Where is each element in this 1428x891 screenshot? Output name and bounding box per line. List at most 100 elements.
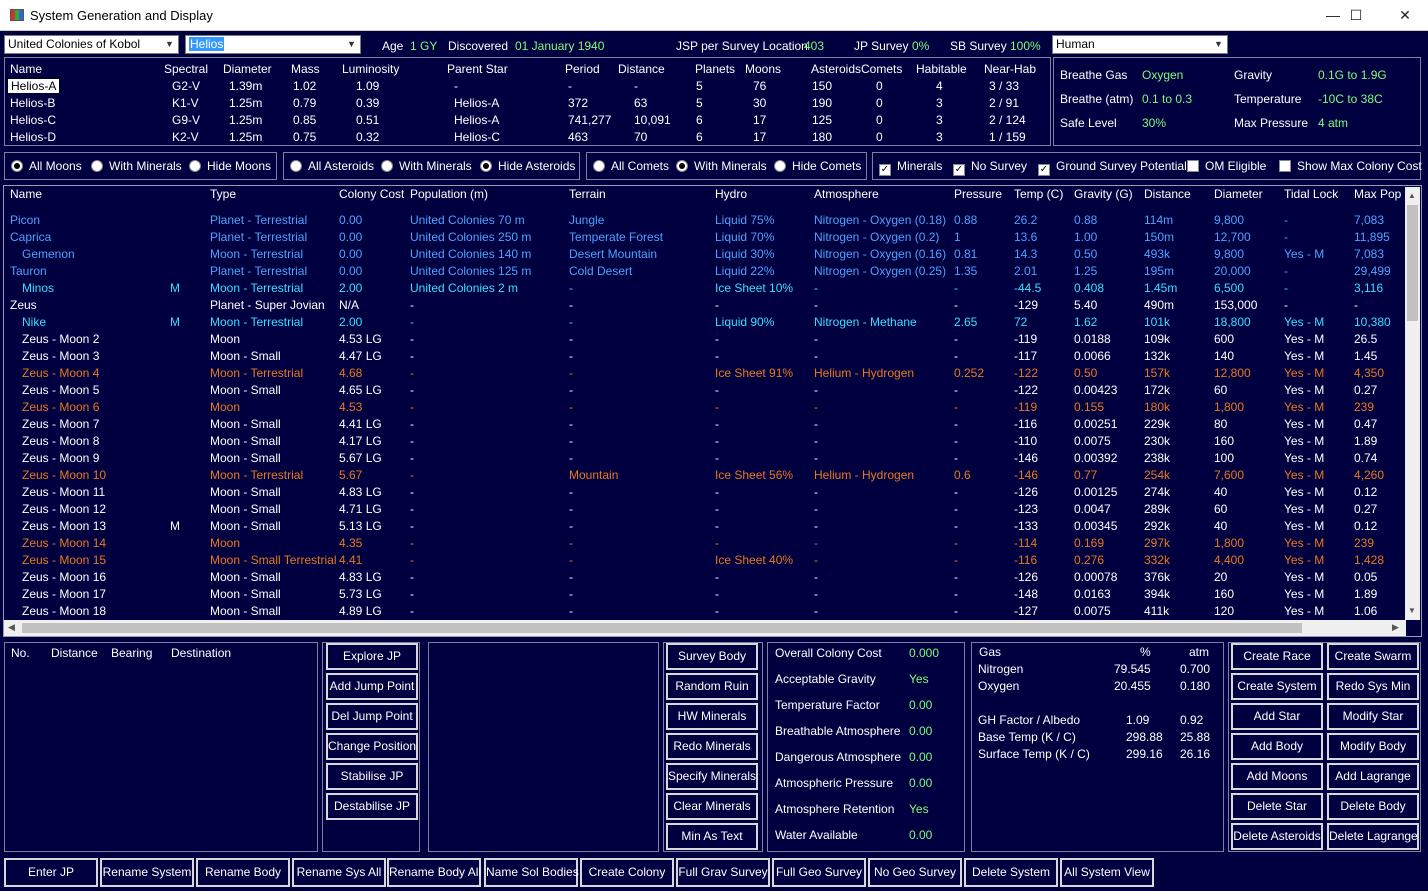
star-name[interactable]: Helios-B — [10, 96, 55, 110]
body-row[interactable]: Zeus - Moon 3 Moon - Small 4.47 LG - - - - - -11… — [0, 349, 1400, 366]
jp-button-explore-jp[interactable]: Explore JP — [326, 643, 418, 670]
edit-button-create-race[interactable]: Create Race — [1231, 643, 1323, 670]
edit-button-delete-lagrange[interactable]: Delete Lagrange — [1327, 823, 1419, 850]
body-row[interactable]: Zeus - Moon 12 Moon - Small 4.71 LG - - - - - -1… — [0, 502, 1400, 519]
body-row[interactable]: Tauron Planet - Terrestrial 0.00 United Col… — [0, 264, 1400, 281]
bottom-button-name-sol-bodies[interactable]: Name Sol Bodies — [484, 858, 579, 887]
bottom-button-rename-body-all[interactable]: Rename Body All — [387, 858, 481, 887]
jp-button-add-jump-point[interactable]: Add Jump Point — [326, 673, 418, 700]
scroll-thumb-horizontal[interactable] — [22, 623, 1302, 633]
body-cell: - — [569, 604, 573, 618]
body-row[interactable]: Minos M Moon - Terrestrial 2.00 United Colon… — [0, 281, 1400, 298]
jp-button-stabilise-jp[interactable]: Stabilise JP — [326, 763, 418, 790]
bottom-button-rename-body[interactable]: Rename Body — [196, 858, 290, 887]
horizontal-scrollbar[interactable]: ◀ ▶ — [4, 620, 1406, 636]
checkbox-show-max-colony-cost[interactable]: Show Max Colony Cost — [1279, 159, 1422, 173]
body-row[interactable]: Zeus - Moon 10 Moon - Terrestrial 5.67 - Mou… — [0, 468, 1400, 485]
survey-button-random-ruin[interactable]: Random Ruin — [666, 673, 758, 700]
species-select[interactable]: Human ▼ — [1052, 35, 1228, 54]
edit-button-add-body[interactable]: Add Body — [1231, 733, 1323, 760]
body-row[interactable]: Zeus - Moon 13 M Moon - Small 5.13 LG - - - - - -… — [0, 519, 1400, 536]
survey-button-hw-minerals[interactable]: HW Minerals — [666, 703, 758, 730]
edit-button-delete-body[interactable]: Delete Body — [1327, 793, 1419, 820]
bottom-button-create-colony[interactable]: Create Colony — [580, 858, 674, 887]
body-row[interactable]: Zeus - Moon 2 Moon 4.53 LG - - - - - -119 0.0188 1… — [0, 332, 1400, 349]
body-row[interactable]: Zeus - Moon 14 Moon 4.35 - - - - - -114 0.169 297k… — [0, 536, 1400, 553]
radio-asteroids-with-minerals[interactable]: With Minerals — [381, 159, 472, 173]
scroll-left-icon[interactable]: ◀ — [8, 622, 15, 633]
close-button[interactable]: ✕ — [1382, 0, 1428, 31]
survey-button-specify-minerals[interactable]: Specify Minerals — [666, 763, 758, 790]
edit-button-add-star[interactable]: Add Star — [1231, 703, 1323, 730]
survey-button-clear-minerals[interactable]: Clear Minerals — [666, 793, 758, 820]
maximize-button[interactable]: ☐ — [1333, 0, 1379, 31]
body-row[interactable]: Zeus Planet - Super Jovian N/A - - - - - -129 5.4… — [0, 298, 1400, 315]
system-select[interactable]: Helios ▼ — [185, 35, 361, 54]
bottom-button-delete-system[interactable]: Delete System — [964, 858, 1058, 887]
jp-button-destabilise-jp[interactable]: Destabilise JP — [326, 793, 418, 820]
checkbox-no-survey[interactable]: ✓ No Survey — [953, 159, 1027, 176]
edit-button-delete-asteroids[interactable]: Delete Asteroids — [1231, 823, 1323, 850]
jp-button-del-jump-point[interactable]: Del Jump Point — [326, 703, 418, 730]
radio-comets-with-minerals[interactable]: With Minerals — [676, 159, 767, 173]
star-name[interactable]: Helios-D — [10, 130, 56, 144]
radio-hide-comets[interactable]: Hide Comets — [774, 159, 861, 173]
edit-button-add-moons[interactable]: Add Moons — [1231, 763, 1323, 790]
scroll-right-icon[interactable]: ▶ — [1392, 622, 1399, 633]
body-row[interactable]: Zeus - Moon 18 Moon - Small 4.89 LG - - - - - -1… — [0, 604, 1400, 621]
body-row[interactable]: Zeus - Moon 11 Moon - Small 4.83 LG - - - - - -1… — [0, 485, 1400, 502]
survey-button-redo-minerals[interactable]: Redo Minerals — [666, 733, 758, 760]
body-row[interactable]: Zeus - Moon 5 Moon - Small 4.65 LG - - - - - -12… — [0, 383, 1400, 400]
edit-button-modify-star[interactable]: Modify Star — [1327, 703, 1419, 730]
radio-all-comets[interactable]: All Comets — [593, 159, 669, 173]
checkbox-om-eligible[interactable]: OM Eligible — [1187, 159, 1266, 173]
jump-point-list[interactable]: No. Distance Bearing Destination — [4, 642, 318, 852]
body-row[interactable]: Zeus - Moon 7 Moon - Small 4.41 LG - - - - - -11… — [0, 417, 1400, 434]
scroll-thumb[interactable] — [1407, 205, 1418, 321]
scroll-up-icon[interactable]: ▲ — [1408, 191, 1416, 200]
body-name: Zeus - Moon 3 — [22, 349, 100, 363]
body-row[interactable]: Zeus - Moon 15 Moon - Small Terrestrial 4.… — [0, 553, 1400, 570]
radio-moons-with-minerals[interactable]: With Minerals — [91, 159, 182, 173]
body-row[interactable]: Caprica Planet - Terrestrial 0.00 United Co… — [0, 230, 1400, 247]
radio-hide-asteroids[interactable]: Hide Asteroids — [480, 159, 575, 173]
body-row[interactable]: Zeus - Moon 9 Moon - Small 5.67 LG - - - - - -14… — [0, 451, 1400, 468]
body-row[interactable]: Zeus - Moon 16 Moon - Small 4.83 LG - - - - - -1… — [0, 570, 1400, 587]
bottom-button-full-geo-survey[interactable]: Full Geo Survey — [772, 858, 866, 887]
scroll-down-icon[interactable]: ▼ — [1408, 606, 1416, 615]
bottom-button-full-grav-survey[interactable]: Full Grav Survey — [676, 858, 770, 887]
edit-button-modify-body[interactable]: Modify Body — [1327, 733, 1419, 760]
star-name[interactable]: Helios-C — [10, 113, 56, 127]
checkbox-ground-survey-potential[interactable]: ✓ Ground Survey Potential — [1038, 159, 1187, 176]
bottom-button-no-geo-survey[interactable]: No Geo Survey — [868, 858, 962, 887]
body-cell: Ice Sheet 56% — [715, 468, 794, 482]
body-row[interactable]: Zeus - Moon 17 Moon - Small 5.73 LG - - - - - -1… — [0, 587, 1400, 604]
body-cell: Moon - Small — [210, 485, 281, 499]
jp-button-change-position[interactable]: Change Position — [326, 733, 418, 760]
edit-button-redo-sys-min[interactable]: Redo Sys Min — [1327, 673, 1419, 700]
body-row[interactable]: Nike M Moon - Terrestrial 2.00 - - Liquid 90% N… — [0, 315, 1400, 332]
vertical-scrollbar[interactable]: ▲ ▼ — [1405, 187, 1420, 620]
bottom-button-enter-jp[interactable]: Enter JP — [4, 858, 98, 887]
bottom-button-all-system-view[interactable]: All System View — [1060, 858, 1154, 887]
star-name[interactable]: Helios-A — [6, 78, 61, 94]
radio-hide-moons[interactable]: Hide Moons — [189, 159, 271, 173]
body-row[interactable]: Zeus - Moon 6 Moon 4.53 - - - - - -119 0.155 180k 1… — [0, 400, 1400, 417]
edit-button-create-system[interactable]: Create System — [1231, 673, 1323, 700]
radio-all-moons[interactable]: All Moons — [11, 159, 82, 173]
checkbox-minerals[interactable]: ✓ Minerals — [879, 159, 942, 176]
edit-button-delete-star[interactable]: Delete Star — [1231, 793, 1323, 820]
body-row[interactable]: Gemenon Moon - Terrestrial 0.00 United Colo… — [0, 247, 1400, 264]
survey-button-min-as-text[interactable]: Min As Text — [666, 823, 758, 850]
body-row[interactable]: Zeus - Moon 4 Moon - Terrestrial 4.68 - - Ice… — [0, 366, 1400, 383]
bottom-button-rename-sys-all[interactable]: Rename Sys All — [292, 858, 386, 887]
edit-button-add-lagrange[interactable]: Add Lagrange — [1327, 763, 1419, 790]
bottom-button-rename-system[interactable]: Rename System — [100, 858, 194, 887]
race-select[interactable]: United Colonies of Kobol ▼ — [4, 35, 179, 54]
radio-all-asteroids[interactable]: All Asteroids — [290, 159, 374, 173]
edit-button-create-swarm[interactable]: Create Swarm — [1327, 643, 1419, 670]
colony-factor-label: Acceptable Gravity — [775, 672, 876, 686]
body-row[interactable]: Picon Planet - Terrestrial 0.00 United Colo… — [0, 213, 1400, 230]
body-row[interactable]: Zeus - Moon 8 Moon - Small 4.17 LG - - - - - -11… — [0, 434, 1400, 451]
survey-button-survey-body[interactable]: Survey Body — [666, 643, 758, 670]
